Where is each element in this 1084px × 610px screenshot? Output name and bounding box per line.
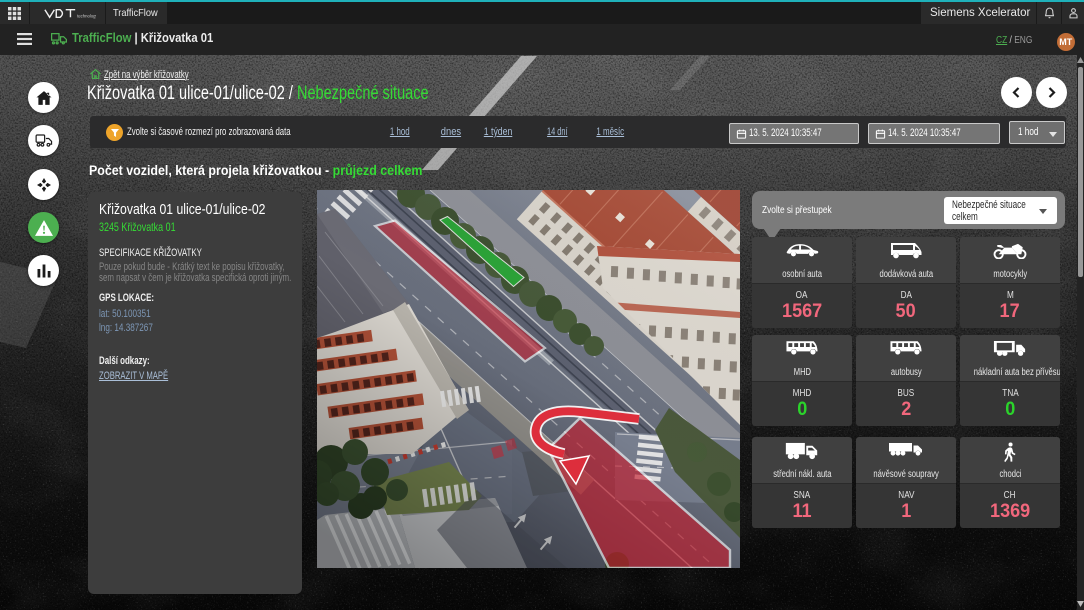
svg-text:technology: technology [77,13,96,18]
